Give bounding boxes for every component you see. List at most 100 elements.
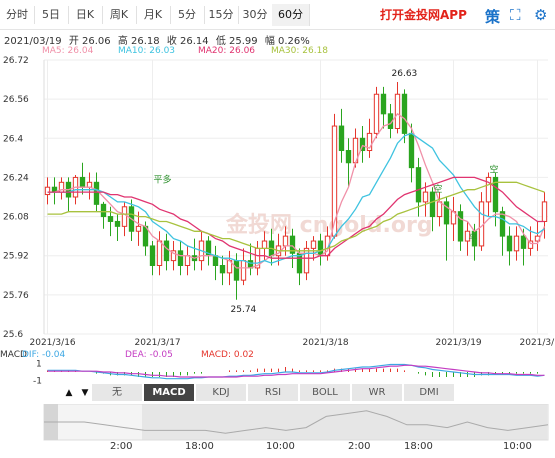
candle-body [429, 191, 436, 218]
candle-body [310, 240, 317, 249]
watermark-text: 金投网 cngold.org [225, 212, 433, 238]
indicator-tab-1[interactable]: MACD [144, 384, 195, 401]
candle-body [394, 93, 401, 129]
y-tick-label: 26.24 [3, 173, 29, 183]
tab-3[interactable]: 周K [102, 6, 137, 24]
candle-body [86, 181, 93, 188]
navigator-selection [142, 404, 547, 440]
navigator-time-label: 2:00 [348, 441, 371, 452]
candlestick-chart[interactable]: 26.72 26.56 26.4 26.24 26.08 25.92 25.76 25.6 20… [0, 56, 555, 348]
candle-body [345, 150, 352, 164]
settings-icon[interactable]: ⚙ [534, 6, 547, 24]
candle-body [380, 93, 387, 115]
candle-body [373, 93, 380, 134]
candle-body [261, 240, 268, 249]
y-tick-label: 26.56 [3, 95, 29, 105]
candle-body [317, 240, 324, 257]
strategy-icon[interactable]: 策 [485, 6, 500, 27]
tab-7[interactable]: 30分 [238, 6, 273, 24]
signal-annotation: 空 [434, 183, 443, 195]
low-annotation: 25.74 [231, 305, 257, 315]
indicator-tab-6[interactable]: DMI [404, 384, 455, 401]
tab-4[interactable]: 月K [136, 6, 171, 24]
macd-chart: 1 -1 [33, 360, 545, 384]
x-tick-label: 2021/3/19 [436, 338, 482, 348]
series-line-ma5 [47, 112, 546, 269]
tab-0[interactable]: 分时 [0, 6, 35, 24]
legend-dea: DEA: -0.05 [125, 350, 173, 360]
signal-annotation: 空 [490, 164, 499, 176]
candle-body [212, 255, 219, 266]
candle-body [303, 247, 310, 274]
candle-body [499, 211, 506, 237]
candle-body [240, 260, 247, 281]
indicator-tab-5[interactable]: WR [352, 384, 403, 401]
candle-body [541, 201, 548, 222]
candle-body [121, 206, 128, 227]
navigator-time-label: 18:00 [185, 441, 214, 452]
candle-body [177, 250, 184, 266]
open-app-link[interactable]: 打开金投网APP [380, 6, 467, 23]
indicator-tab-4[interactable]: BOLL [300, 384, 351, 401]
scroll-down-button[interactable]: ▼ [78, 386, 92, 400]
indicator-tab-0[interactable]: 无 [92, 384, 143, 401]
legend-ma10: MA10: 26.03 [118, 46, 176, 56]
candle-body [338, 125, 345, 152]
y-tick-label: 25.92 [3, 252, 29, 262]
candle-body [135, 225, 142, 232]
candle-body [513, 235, 520, 252]
tab-2[interactable]: 日K [68, 6, 103, 24]
candle-body [163, 240, 170, 262]
tab-8[interactable]: 60分 [272, 4, 310, 26]
signal-annotation: 平多 [154, 173, 172, 185]
y-tick-label: 26.72 [3, 56, 29, 66]
legend-ma20: MA20: 26.06 [198, 46, 256, 56]
candle-body [422, 191, 429, 203]
navigator-time-label: 10:00 [266, 441, 295, 452]
x-tick-label: 2021/3/18 [303, 338, 349, 348]
candle-body [436, 201, 443, 218]
candle-body [506, 235, 513, 252]
navigator-time-label: 2:00 [110, 441, 133, 452]
top-toolbar: 分时 5日 日K 周K 月K 5分 15分 30分 60分 打开金投网APP 策 ⛶ ⚙ [0, 0, 555, 30]
candle-body [233, 260, 240, 281]
candle-body [457, 211, 464, 242]
candle-body [107, 216, 114, 222]
candle-body [79, 176, 86, 188]
candle-body [44, 186, 51, 196]
legend-dif: DIF: -0.04 [22, 350, 66, 360]
indicator-tab-3[interactable]: RSI [248, 384, 299, 401]
legend-ma5: MA5: 26.04 [42, 46, 94, 56]
x-tick-label: 2021/3/17 [135, 338, 181, 348]
tab-5[interactable]: 5分 [170, 6, 205, 24]
y-tick-label: 25.6 [3, 330, 23, 340]
legend-ma30: MA30: 26.18 [271, 46, 329, 56]
candle-body [114, 220, 121, 227]
y-tick-label: 25.76 [3, 291, 29, 301]
y-tick-label: 26.08 [3, 213, 29, 223]
tab-1[interactable]: 5日 [34, 6, 69, 24]
candle-body [520, 235, 527, 249]
navigator-time-label: 10:00 [503, 441, 532, 452]
candle-body [282, 235, 289, 247]
candle-body [100, 203, 107, 218]
candle-body [219, 265, 226, 274]
macd-tick: -1 [33, 376, 42, 384]
navigator-time-label: 18:00 [404, 441, 433, 452]
tab-6[interactable]: 15分 [204, 6, 239, 24]
x-tick-label: 2021/3/19 [520, 338, 555, 348]
candle-body [184, 255, 191, 266]
x-tick-label: 2021/3/16 [30, 338, 76, 348]
scroll-up-button[interactable]: ▲ [62, 386, 76, 400]
signal-annotation: 平 [469, 233, 478, 244]
candle-body [149, 245, 156, 267]
legend-macd-value: MACD: 0.02 [201, 350, 254, 360]
fullscreen-icon[interactable]: ⛶ [510, 6, 521, 24]
candle-body [156, 240, 163, 267]
macd-tick: 1 [36, 360, 42, 370]
indicator-tab-2[interactable]: KDJ [196, 384, 247, 401]
high-annotation: 26.63 [392, 69, 418, 79]
dea-line [47, 364, 545, 378]
candle-body [415, 167, 422, 203]
candle-body [93, 181, 100, 205]
